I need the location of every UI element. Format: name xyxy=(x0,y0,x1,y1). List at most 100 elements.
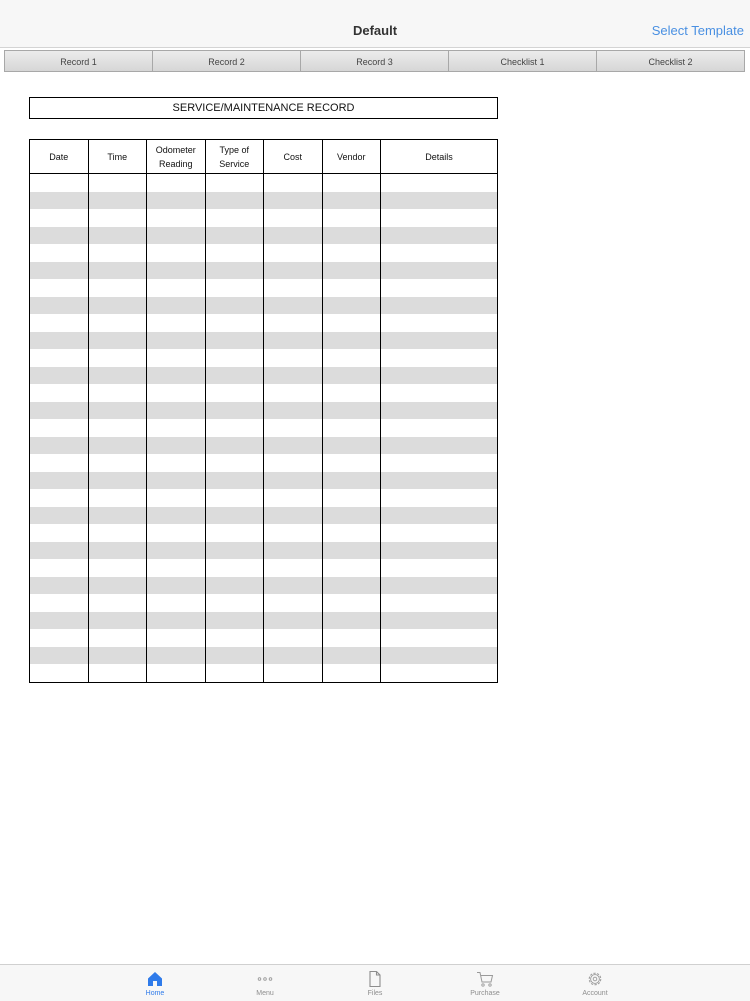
table-cell[interactable] xyxy=(380,401,498,419)
table-cell[interactable] xyxy=(146,331,206,349)
table-cell[interactable] xyxy=(380,664,498,682)
table-cell[interactable] xyxy=(29,489,89,507)
table-cell[interactable] xyxy=(87,384,147,402)
table-cell[interactable] xyxy=(87,506,147,524)
table-cell[interactable] xyxy=(29,559,89,577)
table-cell[interactable] xyxy=(321,454,381,472)
table-cell[interactable] xyxy=(380,419,498,437)
table-cell[interactable] xyxy=(146,296,206,314)
table-cell[interactable] xyxy=(263,314,323,332)
table-cell[interactable] xyxy=(29,506,89,524)
table-cell[interactable] xyxy=(321,576,381,594)
table-cell[interactable] xyxy=(263,541,323,559)
table-cell[interactable] xyxy=(204,419,264,437)
table-cell[interactable] xyxy=(321,541,381,559)
table-cell[interactable] xyxy=(146,384,206,402)
table-cell[interactable] xyxy=(380,384,498,402)
table-cell[interactable] xyxy=(321,279,381,297)
table-cell[interactable] xyxy=(87,559,147,577)
table-cell[interactable] xyxy=(263,349,323,367)
table-cell[interactable] xyxy=(204,559,264,577)
table-cell[interactable] xyxy=(87,261,147,279)
table-cell[interactable] xyxy=(146,279,206,297)
table-cell[interactable] xyxy=(29,226,89,244)
table-cell[interactable] xyxy=(380,349,498,367)
table-cell[interactable] xyxy=(29,209,89,227)
table-cell[interactable] xyxy=(263,489,323,507)
table-cell[interactable] xyxy=(321,559,381,577)
table-cell[interactable] xyxy=(204,454,264,472)
table-cell[interactable] xyxy=(146,541,206,559)
table-cell[interactable] xyxy=(263,594,323,612)
table-cell[interactable] xyxy=(204,384,264,402)
tab-files[interactable]: Files xyxy=(345,967,405,1001)
table-cell[interactable] xyxy=(146,314,206,332)
table-cell[interactable] xyxy=(204,244,264,262)
tab-account[interactable]: Account xyxy=(565,967,625,1001)
table-cell[interactable] xyxy=(146,506,206,524)
table-cell[interactable] xyxy=(380,594,498,612)
table-cell[interactable] xyxy=(29,191,89,209)
table-cell[interactable] xyxy=(321,384,381,402)
table-cell[interactable] xyxy=(29,471,89,489)
table-cell[interactable] xyxy=(87,664,147,682)
table-cell[interactable] xyxy=(146,629,206,647)
table-cell[interactable] xyxy=(321,244,381,262)
table-cell[interactable] xyxy=(321,506,381,524)
table-cell[interactable] xyxy=(146,471,206,489)
table-cell[interactable] xyxy=(380,436,498,454)
table-cell[interactable] xyxy=(87,489,147,507)
table-cell[interactable] xyxy=(263,173,323,192)
table-cell[interactable] xyxy=(146,576,206,594)
table-cell[interactable] xyxy=(321,401,381,419)
table-cell[interactable] xyxy=(263,401,323,419)
table-cell[interactable] xyxy=(380,524,498,542)
table-cell[interactable] xyxy=(380,279,498,297)
table-cell[interactable] xyxy=(146,559,206,577)
table-cell[interactable] xyxy=(29,261,89,279)
table-cell[interactable] xyxy=(321,366,381,384)
table-cell[interactable] xyxy=(263,209,323,227)
table-cell[interactable] xyxy=(87,314,147,332)
table-cell[interactable] xyxy=(87,366,147,384)
table-cell[interactable] xyxy=(146,489,206,507)
table-cell[interactable] xyxy=(380,296,498,314)
table-cell[interactable] xyxy=(87,191,147,209)
table-cell[interactable] xyxy=(204,541,264,559)
table-cell[interactable] xyxy=(263,384,323,402)
table-cell[interactable] xyxy=(87,401,147,419)
table-cell[interactable] xyxy=(380,471,498,489)
table-cell[interactable] xyxy=(204,331,264,349)
table-cell[interactable] xyxy=(380,366,498,384)
table-cell[interactable] xyxy=(87,541,147,559)
tab-purchase[interactable]: Purchase xyxy=(455,967,515,1001)
table-cell[interactable] xyxy=(29,436,89,454)
table-cell[interactable] xyxy=(29,349,89,367)
tab-checklist-1[interactable]: Checklist 1 xyxy=(448,50,597,72)
table-cell[interactable] xyxy=(204,594,264,612)
table-cell[interactable] xyxy=(204,629,264,647)
table-cell[interactable] xyxy=(204,506,264,524)
table-cell[interactable] xyxy=(204,209,264,227)
table-cell[interactable] xyxy=(87,436,147,454)
tab-record-2[interactable]: Record 2 xyxy=(152,50,301,72)
table-cell[interactable] xyxy=(263,296,323,314)
table-cell[interactable] xyxy=(321,331,381,349)
table-cell[interactable] xyxy=(87,296,147,314)
table-cell[interactable] xyxy=(204,191,264,209)
table-cell[interactable] xyxy=(87,646,147,664)
table-cell[interactable] xyxy=(204,664,264,682)
table-cell[interactable] xyxy=(146,261,206,279)
table-cell[interactable] xyxy=(380,489,498,507)
table-cell[interactable] xyxy=(263,506,323,524)
table-cell[interactable] xyxy=(29,314,89,332)
table-cell[interactable] xyxy=(380,331,498,349)
table-cell[interactable] xyxy=(204,279,264,297)
table-cell[interactable] xyxy=(321,296,381,314)
table-cell[interactable] xyxy=(263,646,323,664)
table-cell[interactable] xyxy=(204,524,264,542)
tab-menu[interactable]: Menu xyxy=(235,967,295,1001)
table-cell[interactable] xyxy=(87,173,147,192)
table-cell[interactable] xyxy=(204,226,264,244)
table-cell[interactable] xyxy=(380,261,498,279)
